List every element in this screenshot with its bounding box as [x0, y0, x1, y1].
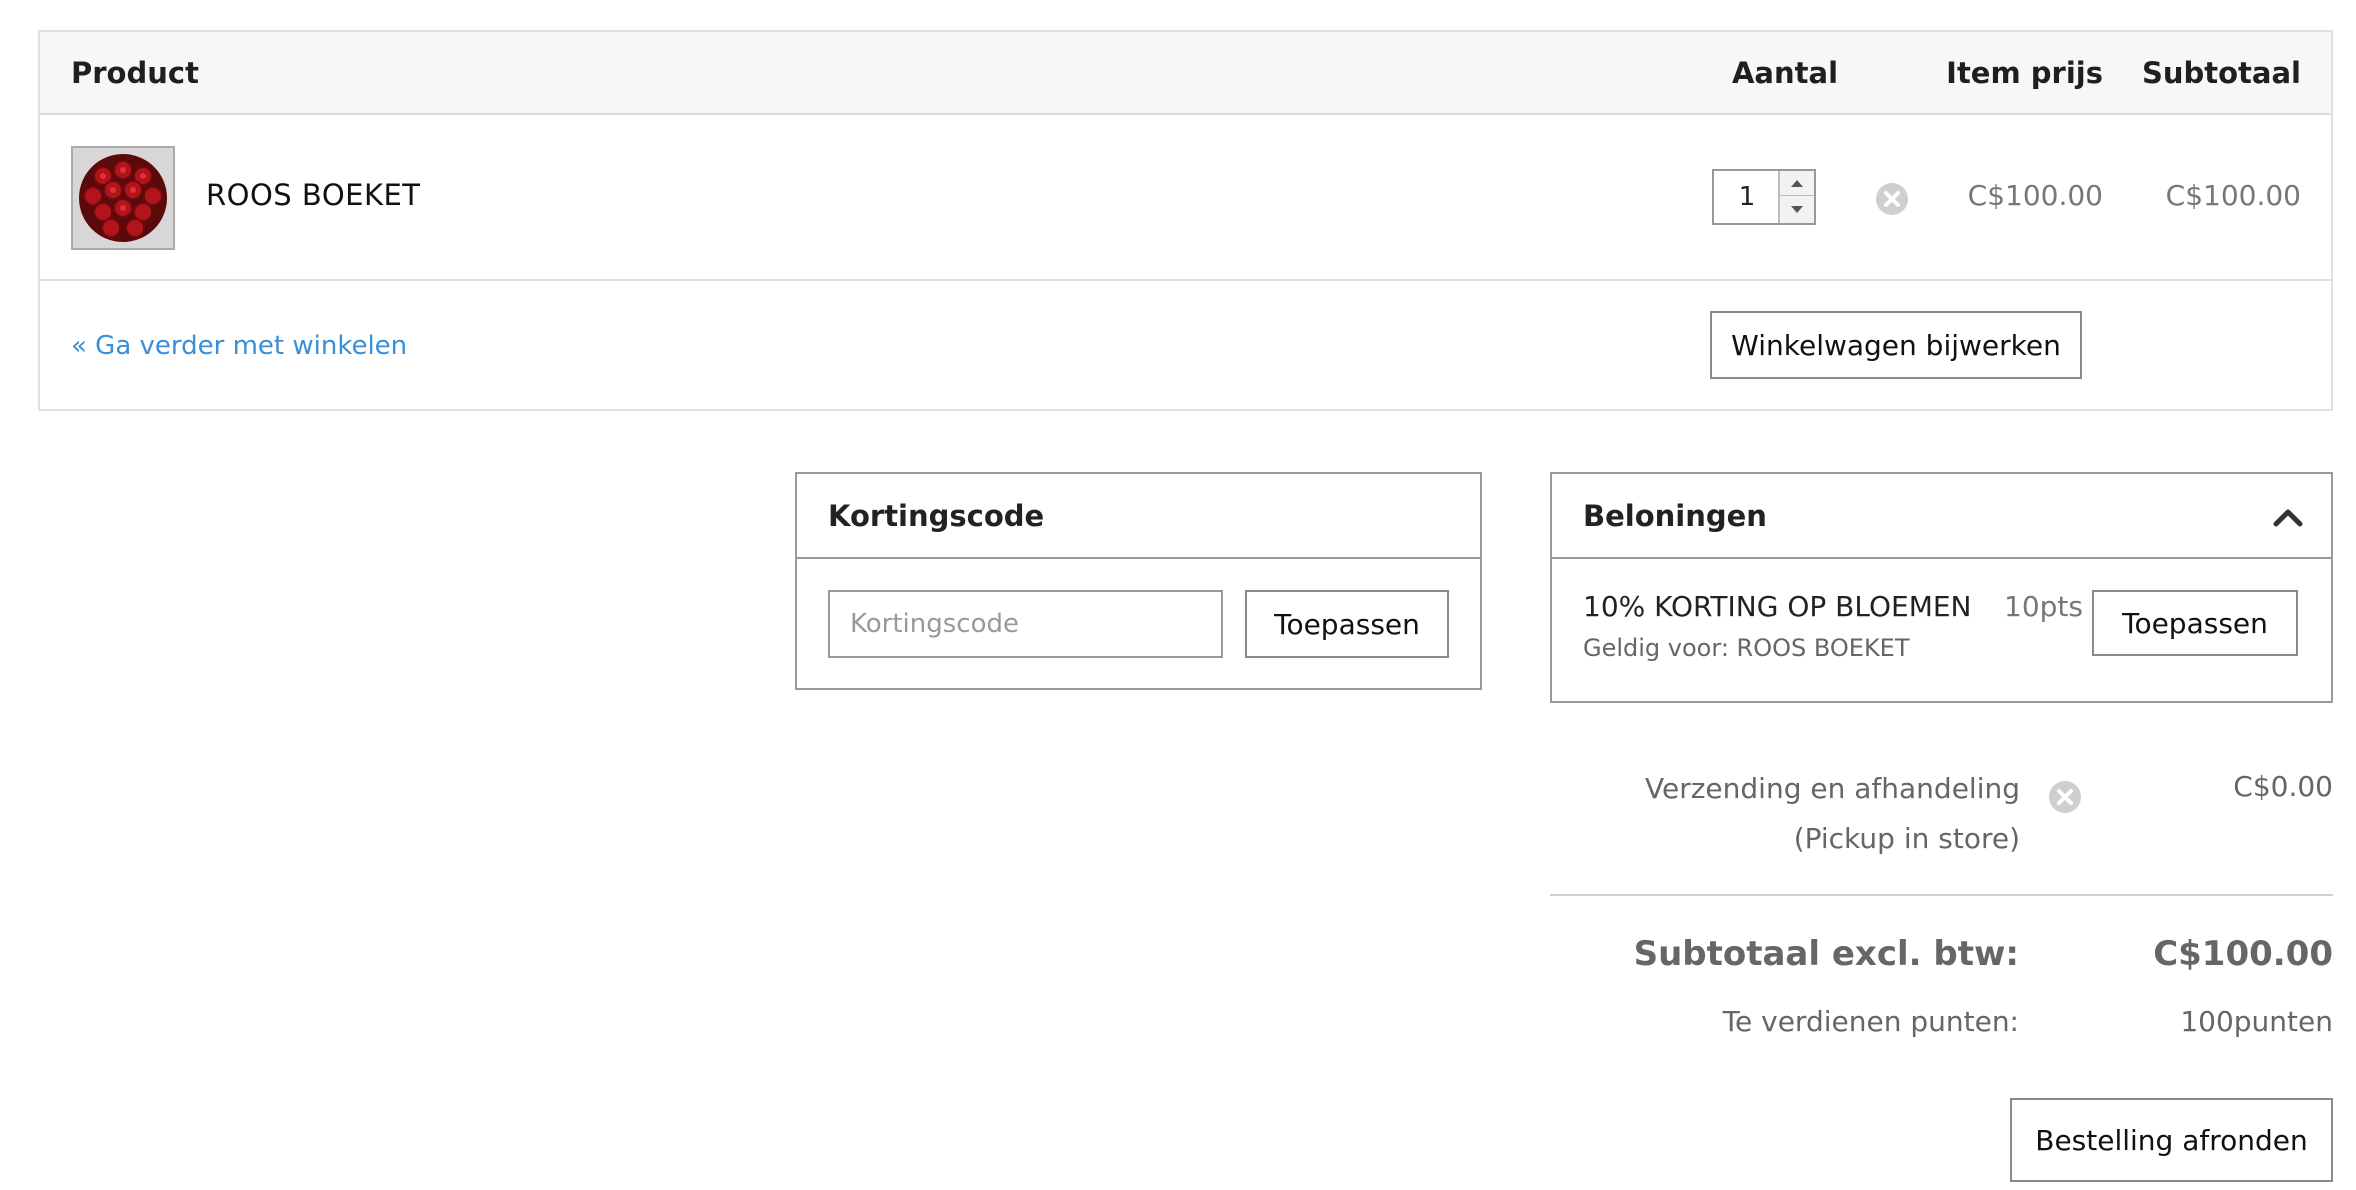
- chevron-up-icon[interactable]: [2271, 500, 2305, 534]
- header-subtotal: Subtotaal: [2141, 56, 2301, 90]
- coupon-title: Kortingscode: [828, 499, 1045, 533]
- header-quantity: Aantal: [1731, 56, 1839, 90]
- reward-points: 10pts: [2004, 590, 2083, 623]
- quantity-spinner[interactable]: [1778, 171, 1814, 223]
- rewards-title: Beloningen: [1583, 499, 1767, 533]
- item-subtotal: C$100.00: [2165, 179, 2301, 212]
- update-cart-button[interactable]: Winkelwagen bijwerken: [1710, 311, 2082, 379]
- cart-header-row: Product Aantal Item prijs Subtotaal: [40, 32, 2331, 115]
- quantity-input[interactable]: 1: [1714, 171, 1780, 223]
- remove-item-icon[interactable]: [1875, 182, 1909, 216]
- remove-shipping-icon[interactable]: [2048, 780, 2082, 814]
- shipping-value: C$0.00: [2233, 770, 2333, 803]
- increment-arrow-icon[interactable]: [1780, 171, 1814, 196]
- header-item-price: Item prijs: [1946, 56, 2103, 90]
- coupon-code-input[interactable]: [828, 590, 1223, 658]
- rewards-panel-header[interactable]: Beloningen: [1552, 474, 2331, 559]
- product-thumbnail[interactable]: [71, 146, 175, 250]
- decrement-arrow-icon[interactable]: [1780, 197, 1814, 222]
- cart-actions-row: « Ga verder met winkelen Winkelwagen bij…: [40, 281, 2331, 411]
- header-product: Product: [71, 56, 199, 90]
- continue-shopping-link[interactable]: « Ga verder met winkelen: [71, 331, 407, 361]
- points-label: Te verdienen punten:: [1722, 1005, 2019, 1038]
- quantity-stepper[interactable]: 1: [1712, 169, 1816, 225]
- apply-reward-button[interactable]: Toepassen: [2092, 590, 2298, 656]
- checkout-button[interactable]: Bestelling afronden: [2010, 1098, 2333, 1182]
- subtotal-value: C$100.00: [2153, 934, 2333, 974]
- cart-item-row: ROOS BOEKET 1 C$100.00 C$100.00: [40, 115, 2331, 281]
- rewards-panel: Beloningen 10% KORTING OP BLOEMEN Geldig…: [1550, 472, 2333, 703]
- shipping-label: Verzending en afhandeling (Pickup in sto…: [1645, 772, 2020, 855]
- product-name[interactable]: ROOS BOEKET: [206, 178, 421, 212]
- coupon-panel-header: Kortingscode: [797, 474, 1480, 559]
- totals-divider: [1550, 894, 2333, 896]
- item-price: C$100.00: [1967, 179, 2103, 212]
- subtotal-label: Subtotaal excl. btw:: [1633, 934, 2019, 974]
- points-value: 100punten: [2180, 1005, 2333, 1038]
- apply-coupon-button[interactable]: Toepassen: [1245, 590, 1449, 658]
- red-roses-bouquet-image: [73, 148, 173, 248]
- coupon-panel: Kortingscode Toepassen: [795, 472, 1482, 690]
- cart-table: Product Aantal Item prijs Subtotaal ROOS…: [38, 30, 2333, 411]
- reward-name: 10% KORTING OP BLOEMEN: [1583, 590, 1972, 623]
- reward-valid-for: Geldig voor: ROOS BOEKET: [1583, 634, 1910, 662]
